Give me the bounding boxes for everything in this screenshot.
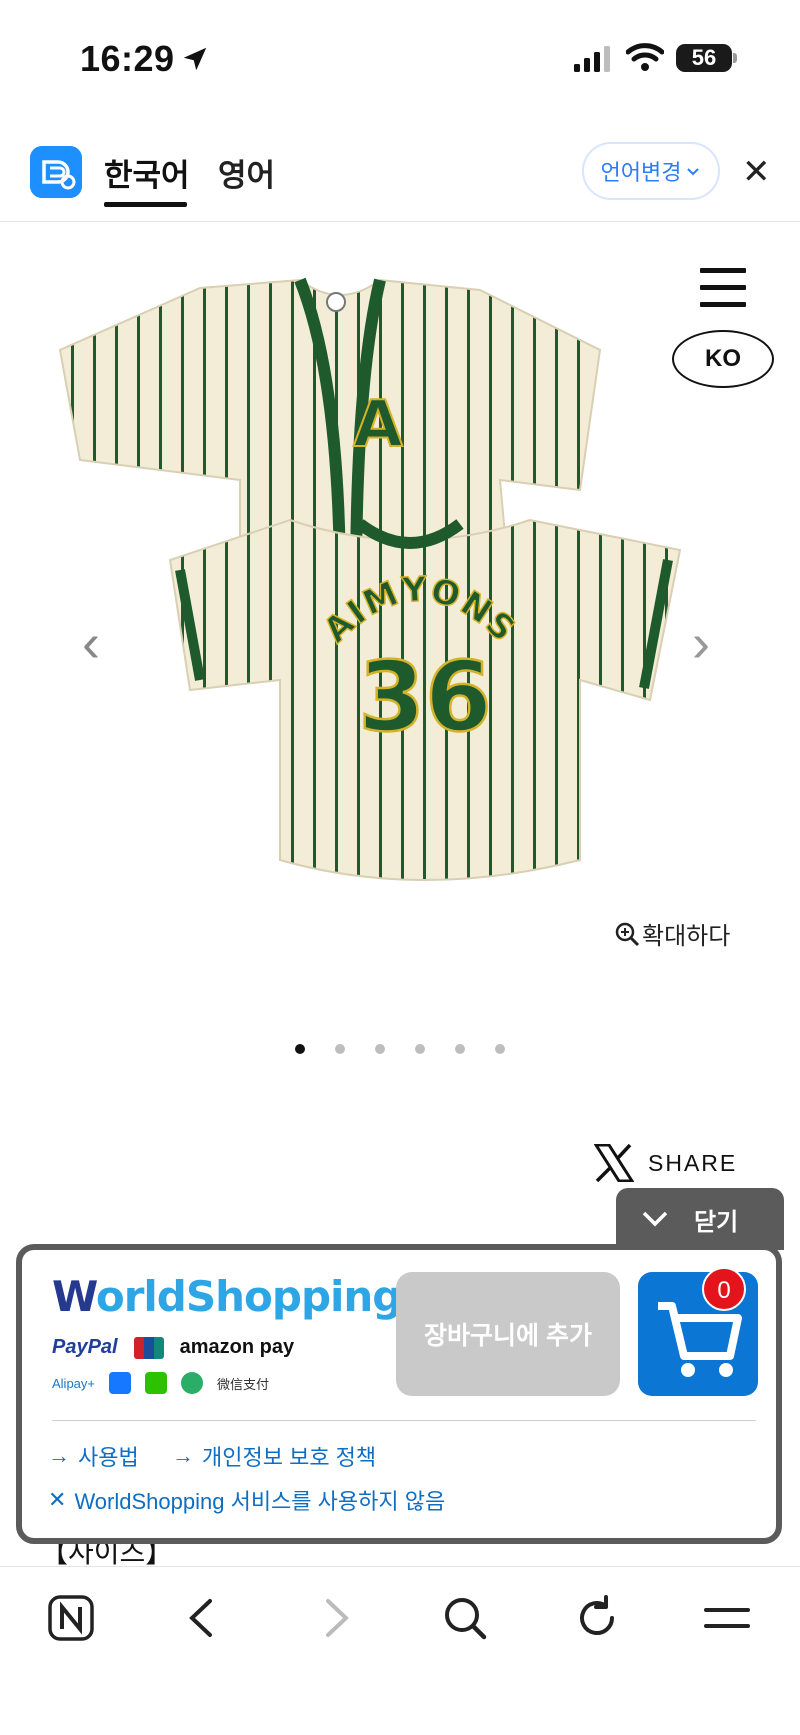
amazon-pay-logo: amazon pay (179, 1336, 295, 1358)
location-arrow-icon (183, 47, 207, 71)
disable-label: WorldShopping 서비스를 사용하지 않음 (74, 1489, 446, 1514)
chevron-down-icon (687, 168, 700, 176)
cellular-signal-icon (574, 46, 610, 72)
reload-icon[interactable] (572, 1593, 622, 1643)
pagination-dot[interactable] (495, 1044, 505, 1054)
share-label: SHARE (648, 1149, 738, 1176)
chevron-down-icon (642, 1211, 668, 1227)
pagination-dot[interactable] (295, 1044, 305, 1054)
arrow-right-icon: → (172, 1443, 194, 1468)
menu-icon[interactable] (702, 1593, 752, 1643)
disable-service-link[interactable]: ✕ WorldShopping 서비스를 사용하지 않음 (48, 1484, 445, 1516)
zoom-label: 확대하다 (642, 923, 731, 950)
alipay-logo: Alipay+ (52, 1375, 95, 1391)
status-time: 16:29 (80, 38, 175, 79)
next-image-chevron-right-icon[interactable]: › (692, 612, 710, 674)
naver-pay-icon (145, 1372, 167, 1394)
privacy-label: 개인정보 보호 정책 (202, 1445, 377, 1470)
pagination-dot[interactable] (335, 1044, 345, 1054)
close-icon: ✕ (48, 1487, 67, 1512)
battery-indicator: 56 (676, 44, 732, 72)
language-change-button[interactable]: 언어변경 (582, 142, 720, 200)
wechat-pay-icon (181, 1372, 203, 1394)
wechat-pay-label: 微信支付 (217, 1376, 270, 1392)
language-change-label: 언어변경 (600, 160, 682, 185)
site-menu-button[interactable] (700, 268, 746, 308)
add-to-cart-button[interactable]: 장바구니에 추가 (396, 1272, 620, 1396)
page-content-peek: 【사이즈】 (40, 1544, 174, 1568)
product-gallery: A AIMYONS 36 KO ‹ › 확대하다 (0, 222, 800, 982)
alipay-icon (109, 1372, 131, 1394)
menu-bar (700, 285, 746, 290)
pagination-dot[interactable] (375, 1044, 385, 1054)
zoom-in-icon (615, 922, 640, 946)
how-to-label: 사용법 (78, 1445, 139, 1470)
divider (52, 1420, 756, 1421)
image-pagination (0, 1044, 800, 1054)
translate-app-logo-icon (30, 146, 82, 198)
worldshopping-close-label: 닫기 (694, 1208, 739, 1236)
zoom-button[interactable]: 확대하다 (614, 916, 730, 951)
naver-home-icon[interactable] (46, 1593, 96, 1643)
translate-bar: 한국어 영어 언어변경 ✕ (0, 132, 800, 222)
share-x-button[interactable]: SHARE (594, 1144, 737, 1182)
status-bar: 16:29 56 (0, 0, 800, 118)
prev-image-chevron-left-icon[interactable]: ‹ (82, 612, 100, 674)
back-chevron-left-icon[interactable] (178, 1593, 228, 1643)
arrow-right-icon: → (48, 1443, 70, 1468)
unionpay-logo-icon (133, 1336, 164, 1359)
worldshopping-close-tab[interactable]: 닫기 (616, 1188, 784, 1250)
language-badge[interactable]: KO (672, 330, 774, 388)
menu-bar (700, 302, 746, 307)
tab-english[interactable]: 영어 (218, 150, 275, 195)
product-image-jersey[interactable]: A AIMYONS 36 (40, 260, 760, 980)
wifi-icon (626, 43, 664, 71)
pagination-dot[interactable] (455, 1044, 465, 1054)
privacy-policy-link[interactable]: → 개인정보 보호 정책 (172, 1440, 376, 1472)
tab-korean[interactable]: 한국어 (104, 150, 190, 195)
menu-bar (700, 268, 746, 273)
cart-count-badge: 0 (702, 1267, 746, 1311)
browser-toolbar (0, 1566, 800, 1735)
worldshopping-logo: WorldShopping (52, 1272, 402, 1321)
active-tab-underline (104, 202, 187, 207)
how-to-link[interactable]: → 사용법 (48, 1440, 139, 1472)
battery-cap (733, 53, 737, 63)
payment-methods-row-1: PayPal amazon pay (52, 1336, 294, 1359)
pagination-dot[interactable] (415, 1044, 425, 1054)
search-icon[interactable] (440, 1593, 490, 1643)
worldshopping-panel: WorldShopping PayPal amazon pay Alipay+ … (16, 1244, 782, 1544)
x-logo-icon (594, 1144, 634, 1182)
paypal-logo: PayPal (52, 1336, 118, 1358)
payment-methods-row-2: Alipay+ 微信支付 (52, 1372, 269, 1394)
jersey-back-number: 36 (358, 641, 492, 753)
forward-chevron-right-icon[interactable] (310, 1593, 360, 1643)
close-translate-button[interactable]: ✕ (742, 152, 771, 192)
jersey-front-letter: A (353, 388, 403, 462)
